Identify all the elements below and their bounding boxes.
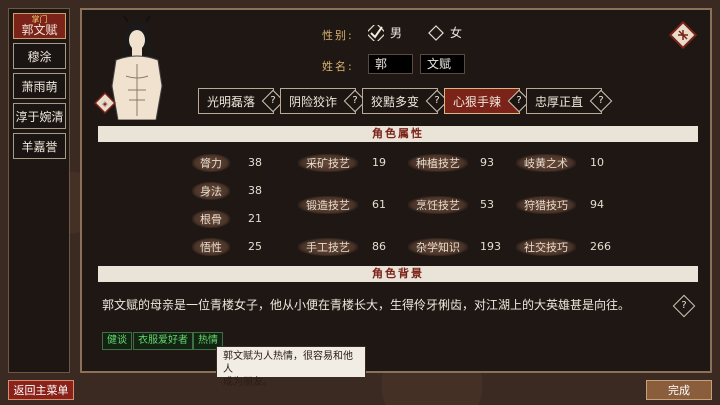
gender-female-label: 女 [450, 26, 463, 40]
character-tab-xiaoyumeng[interactable]: 萧雨萌 [13, 73, 66, 99]
attributes-header: 角色属性 [98, 126, 698, 142]
done-button[interactable]: 完成 [646, 380, 712, 400]
attr-label: 社交技巧 [516, 238, 576, 256]
attr-value: 10 [590, 156, 604, 169]
character-name: 萧雨萌 [21, 79, 58, 94]
attr-label: 采矿技艺 [298, 154, 358, 172]
attr-label: 身法 [192, 182, 230, 200]
attr-value: 21 [248, 212, 262, 225]
tag-talkative[interactable]: 健谈 [102, 332, 132, 350]
surname-field[interactable]: 郭 [368, 54, 413, 74]
help-icon[interactable]: ? [589, 89, 613, 113]
tag-clothes-lover[interactable]: 衣服爱好者 [133, 332, 193, 350]
attr-label: 狩猎技巧 [516, 196, 576, 214]
gender-male-checkbox[interactable]: 男 [368, 24, 402, 41]
attr-label: 杂学知识 [408, 238, 468, 256]
attr-value: 266 [590, 240, 611, 253]
character-panel: ◈ 性别: 男 女 姓名: 郭 文赋 光明磊落 ? 阴险狡诈 ? 狡黠多变 ? … [80, 8, 712, 373]
attr-value: 38 [248, 156, 262, 169]
gender-female-checkbox[interactable]: 女 [428, 24, 462, 41]
attr-label: 悟性 [192, 238, 230, 256]
trait-button-guangminglei[interactable]: 光明磊落 ? [198, 88, 285, 114]
character-name: 羊嘉誉 [21, 139, 58, 154]
trait-label: 忠厚正直 [535, 94, 584, 109]
trait-label: 阴险狡诈 [289, 94, 338, 109]
unchecked-diamond-icon [428, 24, 444, 41]
attr-value: 193 [480, 240, 501, 253]
gender-male-label: 男 [390, 26, 403, 40]
character-tab-yangjiayu[interactable]: 羊嘉誉 [13, 133, 66, 159]
attr-label: 种植技艺 [408, 154, 468, 172]
attr-label: 烹饪技艺 [408, 196, 468, 214]
character-name: 穆涂 [27, 49, 52, 64]
background-story: 郭文赋的母亲是一位青楼女子，他从小便在青楼长大，生得伶牙俐齿，对江湖上的大英雄甚… [102, 298, 631, 312]
tooltip-line: 郭文赋为人热情，很容易和他人 [223, 351, 353, 375]
trait-label: 心狠手辣 [453, 94, 502, 109]
trait-button-yinxianjiaozha[interactable]: 阴险狡诈 ? [280, 88, 367, 114]
checkmark-icon [368, 24, 384, 41]
character-tab-guowenfu[interactable]: 掌门 郭文赋 [13, 13, 66, 39]
attr-label: 手工技艺 [298, 238, 358, 256]
emblem-icon: ◈ [94, 92, 116, 114]
character-list: 掌门 郭文赋 穆涂 萧雨萌 淳于婉清 羊嘉誉 [8, 8, 70, 373]
character-name: 淳于婉清 [15, 109, 64, 124]
attr-value: 19 [372, 156, 386, 169]
tag-tooltip: 郭文赋为人热情，很容易和他人 成为朋友。 [216, 346, 366, 388]
attr-label: 锻造技艺 [298, 196, 358, 214]
attr-value: 61 [372, 198, 386, 211]
character-name: 郭文赋 [21, 22, 58, 37]
back-to-main-menu-button[interactable]: 返回主菜单 [8, 380, 74, 400]
trait-button-xinhenshoula[interactable]: 心狠手辣 ? [444, 88, 531, 114]
attr-label: 膂力 [192, 154, 230, 172]
character-tab-mutu[interactable]: 穆涂 [13, 43, 66, 69]
trait-label: 光明磊落 [207, 94, 256, 109]
background-help-icon[interactable]: ? [672, 294, 696, 318]
attr-label: 根骨 [192, 210, 230, 228]
attr-value: 53 [480, 198, 494, 211]
attr-value: 86 [372, 240, 386, 253]
svg-text:◈: ◈ [102, 100, 108, 108]
attr-value: 94 [590, 198, 604, 211]
trait-button-jiaoxiaduobian[interactable]: 狡黠多变 ? [362, 88, 449, 114]
given-name-field[interactable]: 文赋 [420, 54, 465, 74]
attr-value: 25 [248, 240, 262, 253]
name-label: 姓名: [322, 60, 354, 73]
background-header: 角色背景 [98, 266, 698, 282]
attr-value: 38 [248, 184, 262, 197]
attr-value: 93 [480, 156, 494, 169]
gender-label: 性别: [322, 29, 354, 42]
character-tab-chunyuwanqing[interactable]: 淳于婉清 [13, 103, 66, 129]
trait-label: 狡黠多变 [371, 94, 420, 109]
tooltip-line: 成为朋友。 [223, 377, 273, 388]
seal-icon [668, 20, 698, 50]
trait-button-zhonghouzhengzhi[interactable]: 忠厚正直 ? [526, 88, 613, 114]
attr-label: 岐黄之术 [516, 154, 576, 172]
